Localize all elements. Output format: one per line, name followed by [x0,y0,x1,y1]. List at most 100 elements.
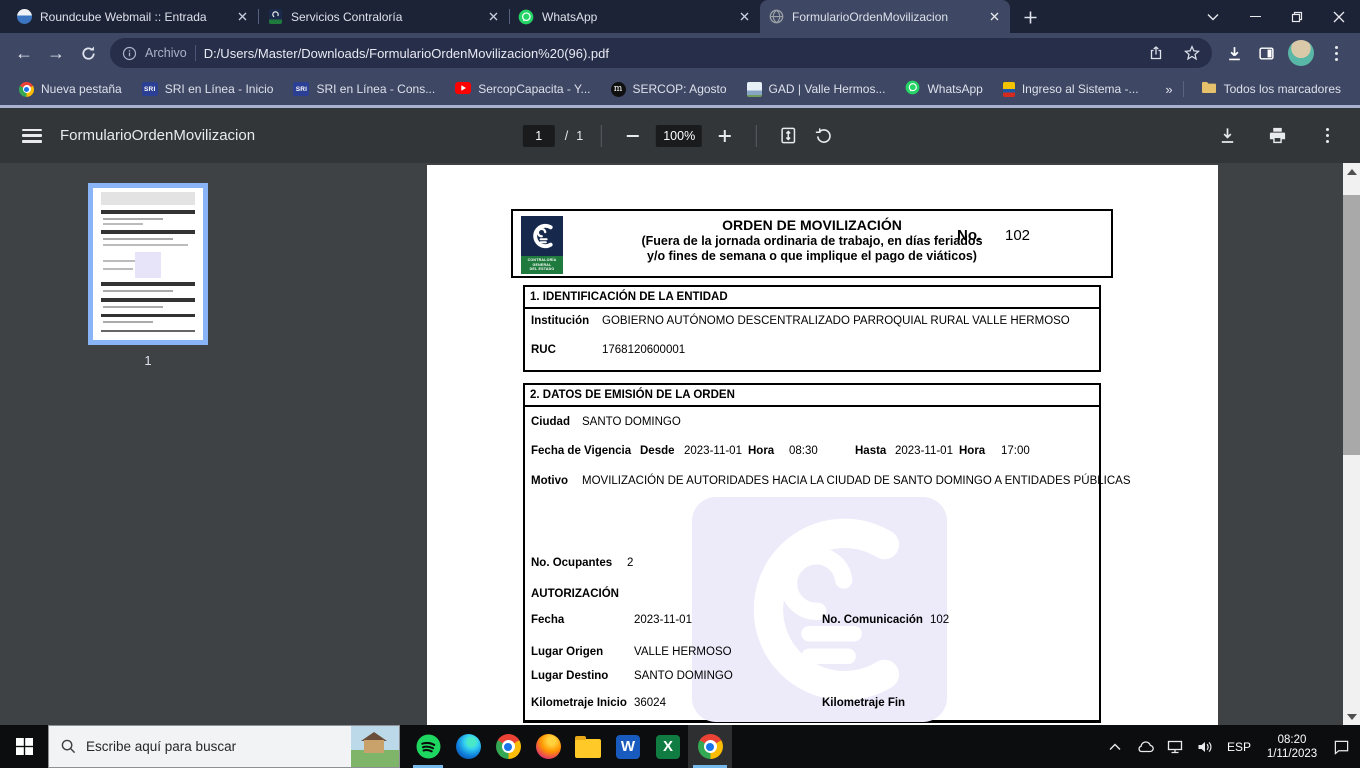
scroll-down-button[interactable] [1343,708,1360,725]
taskbar-chrome-active-icon[interactable] [688,725,732,768]
close-window-button[interactable] [1318,0,1360,33]
bookmarks-overflow-chevron[interactable]: » [1165,82,1172,97]
page-number-input[interactable]: 1 [523,125,555,147]
taskbar-clock[interactable]: 08:20 1/11/2023 [1260,733,1324,761]
bookmark-label: Nueva pestaña [41,82,122,96]
origen-label: Lugar Origen [531,646,603,658]
bookmark-sri-inicio[interactable]: SRI SRI en Línea - Inicio [135,77,281,101]
tab-formulario-active[interactable]: FormularioOrdenMovilizacion [760,0,1010,33]
bookmark-sri-consultas[interactable]: SRI SRI en Línea - Cons... [286,77,442,101]
forward-button[interactable]: → [40,37,72,69]
address-bar[interactable]: Archivo D:/Users/Master/Downloads/Formul… [110,38,1212,68]
pdf-toolbar-separator [756,125,757,147]
tray-chevron-up-icon[interactable] [1102,725,1128,768]
taskbar-chrome-icon[interactable] [488,725,528,768]
minimize-button[interactable] [1234,0,1276,33]
start-button[interactable] [0,725,48,768]
share-icon[interactable] [1142,39,1170,67]
rotate-button[interactable] [811,123,837,149]
page-1-thumbnail[interactable] [88,183,208,345]
cge-logo-caption: CONTRALORÍA GENERAL DEL ESTADO [521,256,563,274]
onedrive-icon[interactable] [1132,725,1158,768]
zoom-in-button[interactable] [712,123,738,149]
taskbar-word-icon[interactable]: W [608,725,648,768]
whatsapp-favicon [518,9,534,25]
restore-button[interactable] [1276,0,1318,33]
tab-roundcube[interactable]: Roundcube Webmail :: Entrada [8,0,258,33]
scheme-label: Archivo [145,46,187,60]
reload-button[interactable] [72,37,104,69]
pdf-print-button[interactable] [1264,123,1290,149]
language-indicator[interactable]: ESP [1222,740,1256,754]
search-placeholder: Escribe aquí para buscar [86,739,341,754]
bookmark-gad-valle-hermoso[interactable]: GAD | Valle Hermos... [740,77,893,101]
taskbar-edge-icon[interactable] [448,725,488,768]
close-tab-icon[interactable] [986,9,1002,25]
km-inicio-label: Kilometraje Inicio [531,697,627,709]
fit-to-page-button[interactable] [775,123,801,149]
all-bookmarks-label: Todos los marcadores [1224,82,1341,96]
downloads-icon[interactable] [1218,37,1250,69]
side-panel-icon[interactable] [1250,37,1282,69]
kilometraje-row: Kilometraje Inicio 36024 Kilometraje Fin [525,697,1099,712]
url-text[interactable]: D:/Users/Master/Downloads/FormularioOrde… [204,46,1134,61]
order-number-label: No. [957,227,981,244]
bookmark-ingreso-sistema[interactable]: Ingreso al Sistema -... [996,77,1146,101]
vigencia-row: Fecha de Vigencia Desde 2023-11-01 Hora … [525,445,1099,460]
section-1-title: 1. IDENTIFICACIÓN DE LA ENTIDAD [525,287,1099,309]
taskbar-spotify-icon[interactable] [408,725,448,768]
vertical-scrollbar[interactable] [1343,163,1360,725]
institucion-label: Institución [531,315,589,327]
pdf-menu-icon[interactable] [22,129,42,143]
form-header-box: CONTRALORÍA GENERAL DEL ESTADO ORDEN DE … [511,209,1113,278]
taskbar-file-explorer-icon[interactable] [568,725,608,768]
scroll-up-button[interactable] [1343,163,1360,180]
destino-label: Lugar Destino [531,670,608,682]
comunicacion-value: 102 [930,614,949,626]
pdf-more-options-icon[interactable] [1314,123,1340,149]
close-tab-icon[interactable] [234,9,250,25]
taskbar-search-input[interactable]: Escribe aquí para buscar [48,725,400,768]
profile-avatar[interactable] [1288,40,1314,66]
tab-whatsapp[interactable]: WhatsApp [510,0,760,33]
zoom-level-input[interactable]: 100% [656,125,702,147]
scrollbar-thumb[interactable] [1343,195,1360,455]
taskbar-excel-icon[interactable]: X [648,725,688,768]
hasta-label: Hasta [855,445,886,457]
back-button[interactable]: ← [8,37,40,69]
taskbar-firefox-icon[interactable] [528,725,568,768]
zoom-out-button[interactable] [620,123,646,149]
volume-icon[interactable] [1192,725,1218,768]
institucion-row: Institución GOBIERNO AUTÓNOMO DESCENTRAL… [525,315,1099,330]
bookmark-nueva-pestana[interactable]: Nueva pestaña [12,77,129,101]
bookmark-sercop-agosto[interactable]: m SERCOP: Agosto [604,77,734,101]
bookmarks-right-cluster: » Todos los marcadores [1165,77,1348,101]
system-tray: ESP 08:20 1/11/2023 [1102,725,1360,768]
tab-title: Roundcube Webmail :: Entrada [40,10,226,24]
bookmark-label: WhatsApp [927,82,982,96]
pdf-download-button[interactable] [1214,123,1240,149]
bookmark-sercopcapacita[interactable]: SercopCapacita - Y... [448,77,597,101]
network-icon[interactable] [1162,725,1188,768]
bookmarks-bar: Nueva pestaña SRI SRI en Línea - Inicio … [0,73,1360,105]
vigencia-label: Fecha de Vigencia [531,445,631,457]
window-menu-chevron-icon[interactable] [1192,0,1234,33]
action-center-icon[interactable] [1328,725,1354,768]
desde-value: 2023-11-01 [684,445,742,457]
origen-row: Lugar Origen VALLE HERMOSO [525,646,1099,661]
bookmark-whatsapp[interactable]: WhatsApp [898,77,989,101]
bookmark-star-icon[interactable] [1178,39,1206,67]
contraloria-favicon [267,9,283,25]
all-bookmarks-folder[interactable]: Todos los marcadores [1194,77,1348,101]
gad-site-icon [747,82,762,97]
browser-menu-icon[interactable] [1320,37,1352,69]
hasta-value: 2023-11-01 [895,445,953,457]
close-tab-icon[interactable] [736,9,752,25]
search-highlight-image[interactable] [351,726,399,767]
close-tab-icon[interactable] [485,9,501,25]
clock-date: 1/11/2023 [1260,747,1324,761]
new-tab-button[interactable] [1016,3,1044,31]
tab-contraloria[interactable]: Servicios Contraloría [259,0,509,33]
thumbnail-page-number: 1 [88,353,208,368]
pdf-viewer-area: 1 CONTRALORÍA GENERAL DEL [0,163,1360,725]
